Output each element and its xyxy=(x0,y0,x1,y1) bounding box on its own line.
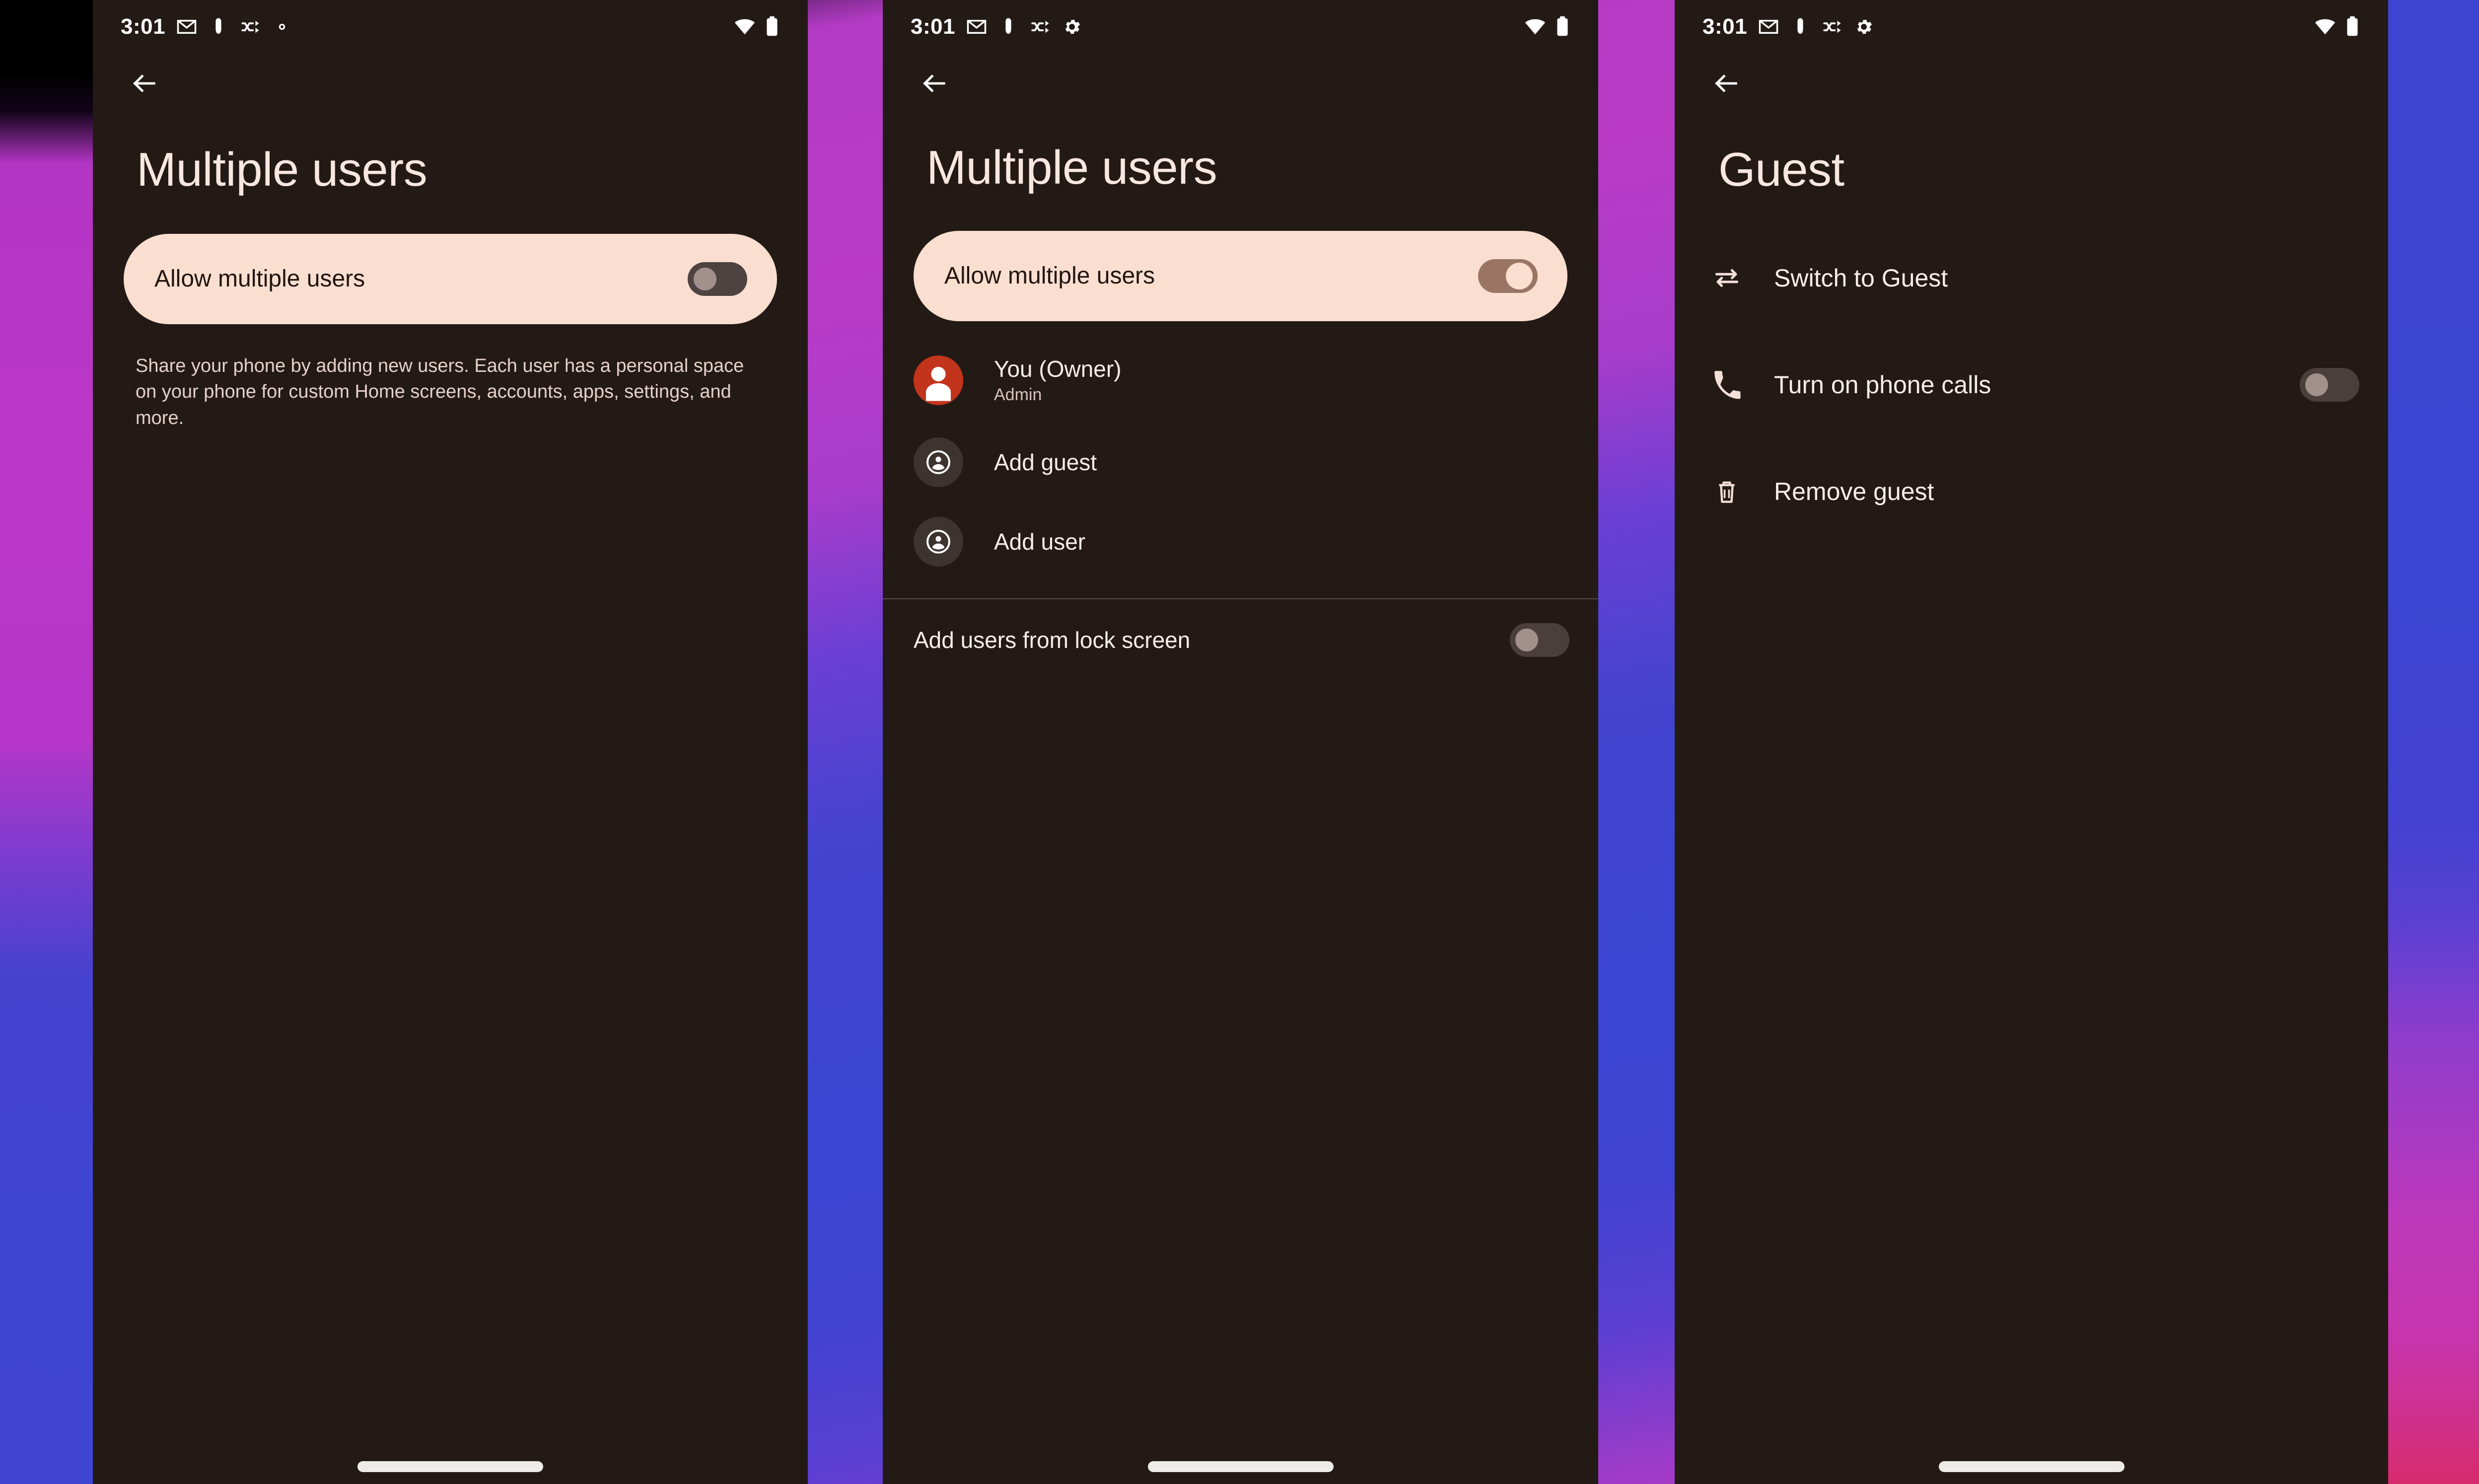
gesture-nav-handle[interactable] xyxy=(1938,1461,2125,1472)
turn-on-phone-calls-toggle[interactable] xyxy=(2300,368,2359,402)
status-bar-left: 3:01 xyxy=(1702,16,1874,38)
gesture-nav-handle[interactable] xyxy=(357,1461,543,1472)
back-button[interactable] xyxy=(121,60,168,107)
add-users-from-lock-screen-toggle[interactable] xyxy=(1510,623,1569,657)
list-item-remove-guest[interactable]: Remove guest xyxy=(1675,438,2388,545)
swap-horiz-icon xyxy=(1710,262,1743,294)
wifi-icon xyxy=(1525,19,1546,35)
account-circle-icon xyxy=(926,529,950,554)
phone-screen-guest-settings: 3:01 Guest Switch to Guest Turn on phone… xyxy=(1675,0,2388,1484)
back-button[interactable] xyxy=(1702,60,1750,107)
person-standing-icon xyxy=(1797,18,1803,34)
status-bar-left: 3:01 xyxy=(121,16,292,38)
owner-texts: You (Owner) Admin xyxy=(994,355,1122,405)
wifi-icon xyxy=(734,19,755,35)
avatar xyxy=(914,437,963,487)
battery-icon xyxy=(2347,16,2358,36)
gesture-nav-handle[interactable] xyxy=(1147,1461,1334,1472)
status-bar: 3:01 xyxy=(93,0,808,54)
status-bar: 3:01 xyxy=(1675,0,2388,54)
status-bar-clock: 3:01 xyxy=(121,14,166,39)
person-standing-icon xyxy=(1005,18,1011,34)
gmail-icon xyxy=(967,20,987,34)
list-item-add-guest[interactable]: Add guest xyxy=(883,423,1598,502)
wifi-icon xyxy=(2315,19,2336,35)
list-item-owner[interactable]: You (Owner) Admin xyxy=(883,338,1598,423)
list-item-switch-to-guest[interactable]: Switch to Guest xyxy=(1675,225,2388,332)
list-item-sublabel: Admin xyxy=(994,385,1042,405)
allow-multiple-users-card[interactable]: Allow multiple users xyxy=(914,230,1567,321)
shuffle-icon xyxy=(241,20,259,33)
list-item-label: You (Owner) xyxy=(994,356,1122,382)
trash-icon xyxy=(1710,475,1743,508)
back-arrow-icon xyxy=(133,74,155,92)
shuffle-icon xyxy=(1823,20,1841,33)
allow-multiple-users-toggle[interactable] xyxy=(1478,259,1538,293)
person-standing-icon xyxy=(215,18,221,34)
gmail-icon xyxy=(1759,20,1778,34)
list-item-turn-on-phone-calls[interactable]: Turn on phone calls xyxy=(1675,332,2388,438)
battery-icon xyxy=(767,16,778,36)
toggle-knob xyxy=(1515,628,1538,651)
multiple-users-description: Share your phone by adding new users. Ea… xyxy=(136,355,744,428)
toggle-knob xyxy=(1506,262,1533,289)
status-bar-clock: 3:01 xyxy=(911,14,956,39)
status-bar-left: 3:01 xyxy=(911,16,1082,38)
battery-icon xyxy=(1557,16,1568,36)
gear-icon xyxy=(1065,20,1080,34)
guest-action-list: Switch to Guest Turn on phone calls Remo… xyxy=(1675,195,2388,545)
status-bar-right xyxy=(733,15,779,38)
shuffle-icon xyxy=(1031,20,1049,33)
list-item-add-user[interactable]: Add user xyxy=(883,502,1598,581)
account-circle-icon xyxy=(926,450,950,474)
status-bar: 3:01 xyxy=(883,0,1598,54)
status-bar-clock: 3:01 xyxy=(1702,14,1748,39)
add-users-from-lock-screen-row[interactable]: Add users from lock screen xyxy=(883,599,1598,681)
toggle-knob xyxy=(2305,373,2328,397)
avatar xyxy=(914,516,963,566)
toggle-knob xyxy=(694,267,716,290)
page-title: Multiple users xyxy=(137,143,427,196)
person-avatar-icon xyxy=(926,366,951,401)
list-item-label: Switch to Guest xyxy=(1774,264,1948,292)
gear-icon xyxy=(279,23,285,30)
phone-screen-multiple-users-enabled: 3:01 Multiple users Allow multiple users xyxy=(883,0,1598,1484)
toolbar xyxy=(883,54,1598,113)
back-arrow-icon xyxy=(923,74,945,92)
allow-multiple-users-toggle[interactable] xyxy=(688,262,747,296)
page-title: Multiple users xyxy=(926,141,1217,194)
list-item-label: Add user xyxy=(994,528,1086,555)
back-button[interactable] xyxy=(911,60,958,107)
user-list: You (Owner) Admin Add guest Add user xyxy=(883,321,1598,581)
allow-multiple-users-label: Allow multiple users xyxy=(944,263,1155,289)
list-item-label: Remove guest xyxy=(1774,478,1934,506)
toolbar xyxy=(1675,54,2388,113)
gear-icon xyxy=(1857,20,1872,34)
toolbar xyxy=(93,54,808,113)
back-arrow-icon xyxy=(1715,74,1737,92)
add-users-from-lock-screen-label: Add users from lock screen xyxy=(914,627,1191,653)
list-item-label: Add guest xyxy=(994,449,1097,475)
phone-icon xyxy=(1710,368,1743,401)
gmail-icon xyxy=(177,20,197,34)
phone-screen-multiple-users-disabled: 3:01 Multiple users Allow multiple users… xyxy=(93,0,808,1484)
status-bar-right xyxy=(2314,15,2359,38)
page-title: Guest xyxy=(1718,143,1844,196)
status-bar-right xyxy=(1524,15,1569,38)
allow-multiple-users-card[interactable]: Allow multiple users xyxy=(124,233,777,324)
avatar xyxy=(914,355,963,405)
list-item-label: Turn on phone calls xyxy=(1774,371,1991,399)
allow-multiple-users-label: Allow multiple users xyxy=(154,266,365,292)
